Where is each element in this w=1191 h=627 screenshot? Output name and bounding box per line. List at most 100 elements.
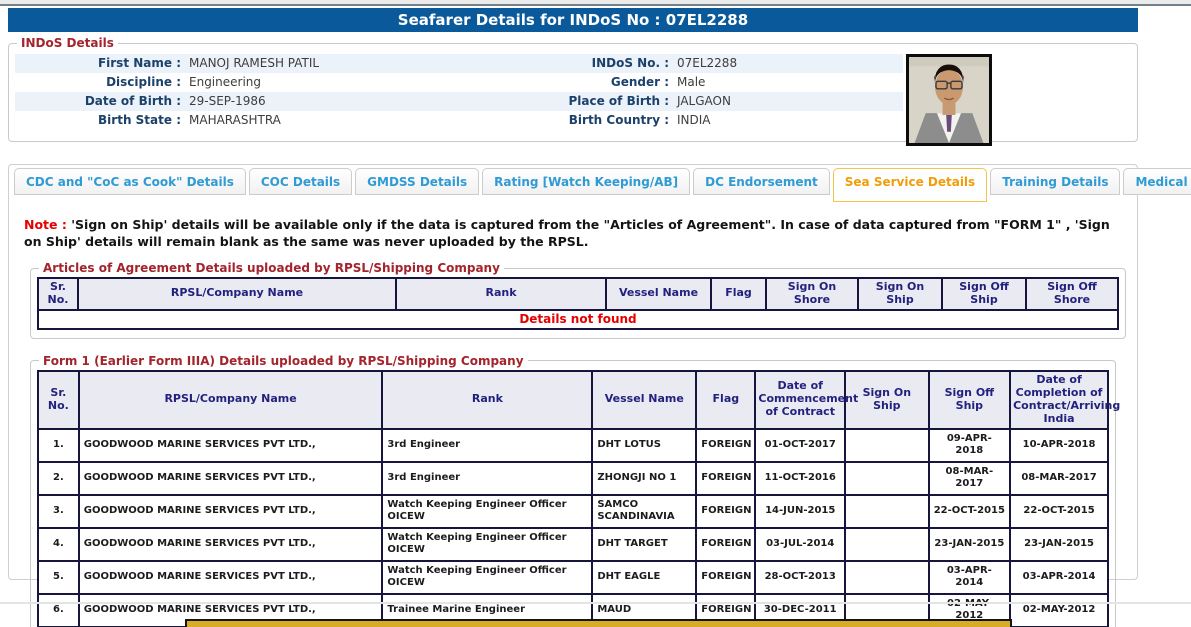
sea-service-cell: FOREIGN — [696, 561, 755, 594]
sea-service-cell: 3rd Engineer — [382, 462, 592, 495]
sea-service-cell: 23-JAN-2015 — [1010, 528, 1108, 561]
column-header: Sign Off Ship — [929, 371, 1011, 429]
indos-no-value: 07EL2288 — [675, 54, 903, 73]
birth-state-value: MAHARASHTRA — [187, 111, 487, 130]
sea-service-cell: 28-OCT-2013 — [755, 561, 845, 594]
date-of-birth-label: Date of Birth : — [15, 92, 187, 111]
sea-service-cell: GOODWOOD MARINE SERVICES PVT LTD., — [79, 462, 383, 495]
note-body: 'Sign on Ship' details will be available… — [24, 217, 1110, 249]
tab-cdc-coc-as-cook-details[interactable]: CDC and "CoC as Cook" Details — [14, 168, 246, 195]
detail-row-name: First Name : MANOJ RAMESH PATIL INDoS No… — [15, 54, 903, 73]
sea-service-row: 3.GOODWOOD MARINE SERVICES PVT LTD.,Watc… — [38, 495, 1108, 528]
sea-service-cell: 3rd Engineer — [382, 429, 592, 462]
sea-service-cell: 11-OCT-2016 — [755, 462, 845, 495]
sea-service-cell: 03-APR-2014 — [1010, 561, 1108, 594]
sea-service-cell: 6. — [38, 594, 79, 627]
sea-service-row: 1.GOODWOOD MARINE SERVICES PVT LTD.,3rd … — [38, 429, 1108, 462]
indos-no-label: INDoS No. : — [487, 54, 675, 73]
sea-service-cell: SAMCO SCANDINAVIA — [592, 495, 696, 528]
tab-gmdss-details[interactable]: GMDSS Details — [355, 168, 479, 195]
column-header: Sr.No. — [38, 371, 79, 429]
birth-state-label: Birth State : — [15, 111, 187, 130]
bottom-divider — [0, 602, 1191, 604]
articles-of-agreement-legend: Articles of Agreement Details uploaded b… — [39, 261, 504, 275]
form1-header-row: Sr.No.RPSL/Company NameRankVessel NameFl… — [38, 371, 1108, 429]
seafarer-photo — [906, 54, 992, 146]
column-header: RPSL/Company Name — [79, 371, 383, 429]
discipline-value: Engineering — [187, 73, 487, 92]
column-header: Sr.No. — [38, 278, 78, 310]
form1-legend: Form 1 (Earlier Form IIIA) Details uploa… — [39, 354, 528, 368]
sea-service-cell: Watch Keeping Engineer Officer OICEW — [382, 561, 592, 594]
form1-section: Form 1 (Earlier Form IIIA) Details uploa… — [30, 354, 1116, 627]
sea-service-cell: 01-OCT-2017 — [755, 429, 845, 462]
sea-service-cell: 22-OCT-2015 — [1010, 495, 1108, 528]
tab-rating-watch-keeping-ab[interactable]: Rating [Watch Keeping/AB] — [482, 168, 690, 195]
sea-service-cell: GOODWOOD MARINE SERVICES PVT LTD., — [79, 495, 383, 528]
sea-service-cell: 5. — [38, 561, 79, 594]
page-container: Seafarer Details for INDoS No : 07EL2288… — [8, 8, 1138, 580]
detail-row-state: Birth State : MAHARASHTRA Birth Country … — [15, 111, 903, 130]
sea-service-cell: 23-JAN-2015 — [929, 528, 1011, 561]
sea-service-cell — [845, 528, 929, 561]
tab-bar: CDC and "CoC as Cook" DetailsCOC Details… — [14, 168, 1132, 196]
sea-service-cell: Watch Keeping Engineer Officer OICEW — [382, 528, 592, 561]
sea-service-cell: Watch Keeping Engineer Officer OICEW — [382, 495, 592, 528]
column-header: Date of Commencement of Contract — [755, 371, 845, 429]
sea-service-cell: FOREIGN — [696, 462, 755, 495]
sea-service-cell: 08-MAR-2017 — [1010, 462, 1108, 495]
sea-service-cell: GOODWOOD MARINE SERVICES PVT LTD., — [79, 528, 383, 561]
column-header: RPSL/Company Name — [78, 278, 396, 310]
sea-service-cell: GOODWOOD MARINE SERVICES PVT LTD., — [79, 561, 383, 594]
form1-sea-service-table: Sr.No.RPSL/Company NameRankVessel NameFl… — [37, 370, 1109, 627]
page-title: Seafarer Details for INDoS No : 07EL2288 — [8, 8, 1138, 32]
tab-dc-endorsement[interactable]: DC Endorsement — [693, 168, 830, 195]
gender-label: Gender : — [487, 73, 675, 92]
sea-service-cell: 22-OCT-2015 — [929, 495, 1011, 528]
gender-value: Male — [675, 73, 903, 92]
column-header: Sign Off Shore — [1026, 278, 1118, 310]
column-header: Flag — [696, 371, 755, 429]
column-header: Sign On Ship — [858, 278, 942, 310]
birth-country-value: INDIA — [675, 111, 903, 130]
column-header: Sign On Shore — [766, 278, 858, 310]
sea-service-cell: 2. — [38, 462, 79, 495]
sea-service-cell — [845, 462, 929, 495]
sea-service-row: 2.GOODWOOD MARINE SERVICES PVT LTD.,3rd … — [38, 462, 1108, 495]
column-header: Date of Completion of Contract/Arriving … — [1010, 371, 1108, 429]
indos-details-section: INDoS Details First Name : MANOJ RAMESH … — [8, 36, 1138, 142]
sea-service-cell: FOREIGN — [696, 429, 755, 462]
place-of-birth-value: JALGAON — [675, 92, 903, 111]
indos-details-legend: INDoS Details — [17, 36, 118, 50]
sea-service-cell: GOODWOOD MARINE SERVICES PVT LTD., — [79, 429, 383, 462]
detail-row-birth: Date of Birth : 29-SEP-1986 Place of Bir… — [15, 92, 903, 111]
birth-country-label: Birth Country : — [487, 111, 675, 130]
sea-service-cell: 14-JUN-2015 — [755, 495, 845, 528]
sea-service-cell: 03-JUL-2014 — [755, 528, 845, 561]
articles-of-agreement-section: Articles of Agreement Details uploaded b… — [30, 261, 1126, 339]
column-header: Rank — [382, 371, 592, 429]
detail-row-discipline: Discipline : Engineering Gender : Male — [15, 73, 903, 92]
sea-service-cell: 10-APR-2018 — [1010, 429, 1108, 462]
note-prefix: Note : — [24, 217, 67, 232]
first-name-label: First Name : — [15, 54, 187, 73]
sea-service-cell: DHT LOTUS — [592, 429, 696, 462]
tab-training-details[interactable]: Training Details — [990, 168, 1120, 195]
sea-service-cell — [845, 429, 929, 462]
sea-service-cell: DHT TARGET — [592, 528, 696, 561]
articles-header-row: Sr.No.RPSL/Company NameRankVessel NameFl… — [38, 278, 1118, 310]
sea-service-cell: 1. — [38, 429, 79, 462]
articles-empty-row: Details not found — [38, 310, 1118, 329]
sea-service-cell: 09-APR-2018 — [929, 429, 1011, 462]
bottom-notice-panel-cropped — [185, 619, 1012, 627]
sea-service-cell: 4. — [38, 528, 79, 561]
sea-service-row: 5.GOODWOOD MARINE SERVICES PVT LTD.,Watc… — [38, 561, 1108, 594]
sea-service-cell: 3. — [38, 495, 79, 528]
tab-sea-service-details[interactable]: Sea Service Details — [833, 168, 987, 202]
sea-service-cell — [845, 495, 929, 528]
tab-coc-details[interactable]: COC Details — [249, 168, 352, 195]
column-header: Flag — [711, 278, 766, 310]
tab-medical-fitness-certificate[interactable]: Medical Fitness Certificate — [1123, 168, 1191, 195]
note-text: Note : 'Sign on Ship' details will be av… — [24, 217, 1122, 250]
column-header: Vessel Name — [606, 278, 711, 310]
